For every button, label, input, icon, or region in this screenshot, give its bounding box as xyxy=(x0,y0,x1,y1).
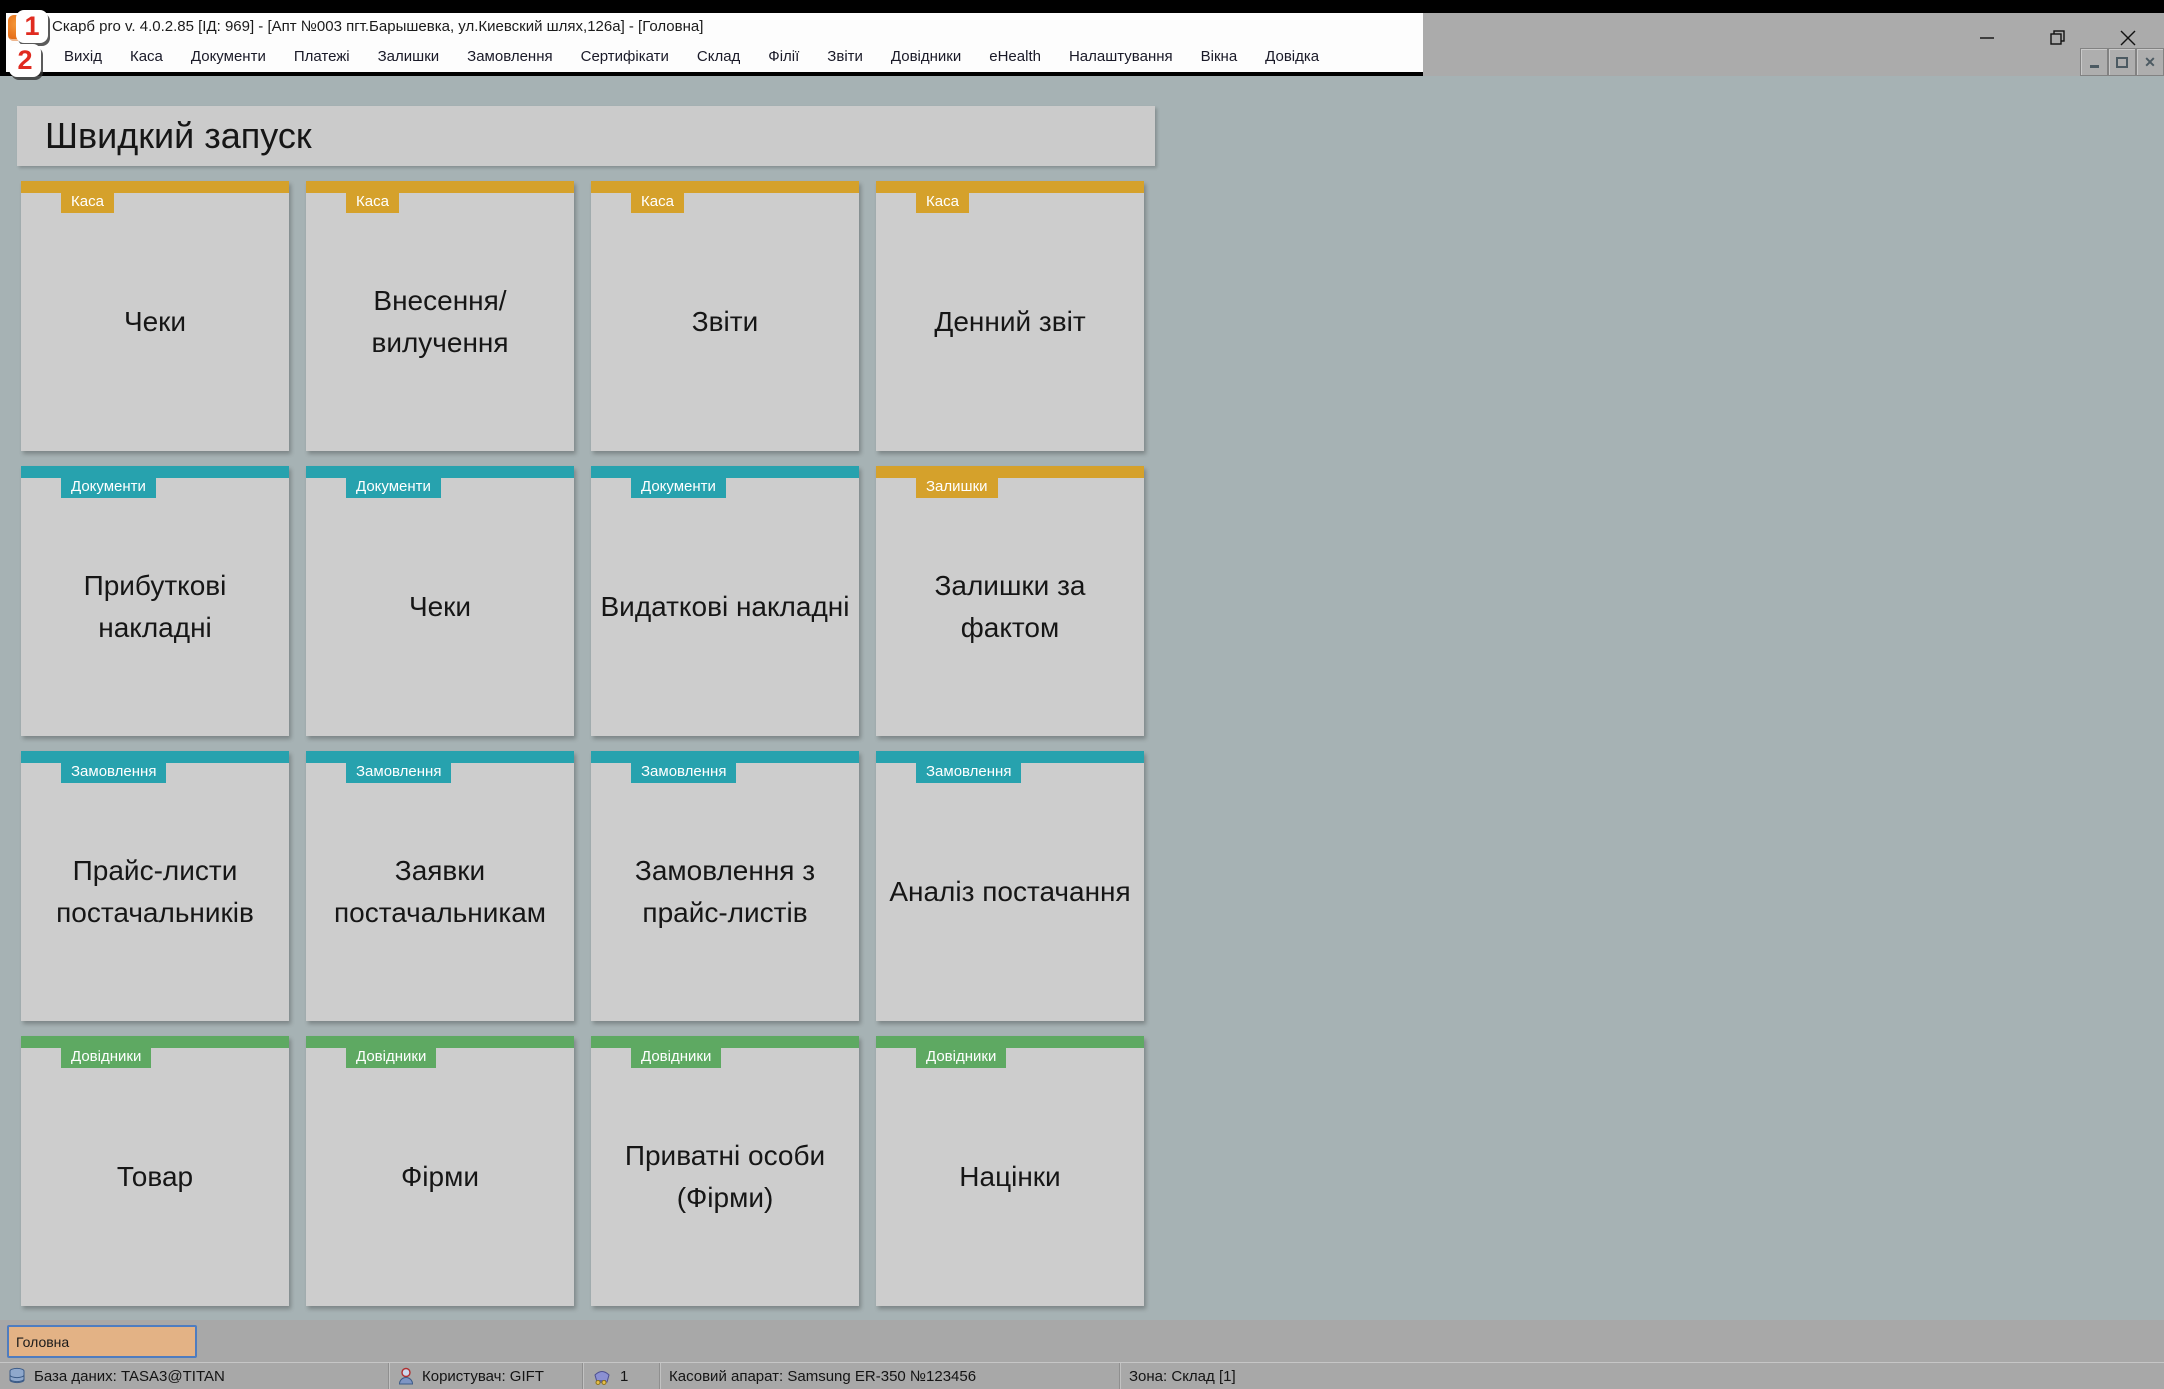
tile-label: Внесення/вилучення xyxy=(306,193,574,451)
status-database: База даних: TASA3@TITAN xyxy=(0,1363,389,1389)
tile-label: Замовлення з прайс-листів xyxy=(591,763,859,1021)
status-register-text: Касовий апарат: Samsung ER-350 №123456 xyxy=(669,1368,976,1385)
mdi-close-icon: ✕ xyxy=(2144,54,2156,71)
main-content: Швидкий запуск Каса Чеки Каса Внесення/в… xyxy=(0,76,2164,1320)
user-icon xyxy=(398,1367,414,1385)
minimize-button[interactable] xyxy=(1970,23,2004,53)
tile-zamovlennia-zaiavky[interactable]: Замовлення Заявки постачальникам xyxy=(306,751,574,1021)
cash-register-icon xyxy=(592,1368,612,1385)
tile-label: Залишки за фактом xyxy=(876,478,1144,736)
menu-item-vikna[interactable]: Вікна xyxy=(1187,48,1252,65)
menu-item-dovidnyky[interactable]: Довідники xyxy=(877,48,975,65)
menu-item-vykhid[interactable]: Вихід xyxy=(50,48,116,65)
som-marker-1: 1 xyxy=(16,10,48,43)
restore-button[interactable] xyxy=(2041,23,2075,53)
tile-label: Денний звіт xyxy=(876,193,1144,451)
tile-dokumenty-cheky[interactable]: Документи Чеки xyxy=(306,466,574,736)
tile-zamovlennia-z-prais-lystiv[interactable]: Замовлення Замовлення з прайс-листів xyxy=(591,751,859,1021)
tile-label: Приватні особи (Фірми) xyxy=(591,1048,859,1306)
status-register-count: 1 xyxy=(583,1363,660,1389)
menu-item-zvity[interactable]: Звіти xyxy=(813,48,877,65)
app-window-bar: Скарб pro v. 4.0.2.85 [ІД: 969] - [Апт №… xyxy=(6,13,1423,72)
menu-item-nalashtuvannia[interactable]: Налаштування xyxy=(1055,48,1187,65)
tile-label: Чеки xyxy=(306,478,574,736)
menu-item-dokumenty[interactable]: Документи xyxy=(177,48,280,65)
tile-label: Націнки xyxy=(876,1048,1144,1306)
tile-label: Видаткові накладні xyxy=(591,478,859,736)
menu-item-zalyshky[interactable]: Залишки xyxy=(364,48,454,65)
tile-label: Товар xyxy=(21,1048,289,1306)
title-bar: Скарб pro v. 4.0.2.85 [ІД: 969] - [Апт №… xyxy=(6,13,1423,41)
tile-label: Фірми xyxy=(306,1048,574,1306)
status-database-text: База даних: TASA3@TITAN xyxy=(34,1368,225,1385)
tile-kasa-dennyi-zvit[interactable]: Каса Денний звіт xyxy=(876,181,1144,451)
tile-dovidnyky-natsinky[interactable]: Довідники Націнки xyxy=(876,1036,1144,1306)
tile-label: Чеки xyxy=(21,193,289,451)
menu-bar: Вихід Каса Документи Платежі Залишки Зам… xyxy=(6,41,1423,72)
close-icon xyxy=(2119,29,2137,47)
status-user: Користувач: GIFT xyxy=(389,1363,583,1389)
tile-dovidnyky-pryvatni-osoby[interactable]: Довідники Приватні особи (Фірми) xyxy=(591,1036,859,1306)
tile-label: Заявки постачальникам xyxy=(306,763,574,1021)
window-controls-area: ✕ xyxy=(1423,13,2164,76)
mdi-restore-button[interactable] xyxy=(2108,48,2136,76)
tile-dokumenty-prybutkovi-nakladni[interactable]: Документи Прибуткові накладні xyxy=(21,466,289,736)
tile-zalyshky-za-faktom[interactable]: Залишки Залишки за фактом xyxy=(876,466,1144,736)
som-marker-2: 2 xyxy=(9,44,41,77)
tile-zamovlennia-prais-lysty[interactable]: Замовлення Прайс-листи постачальників xyxy=(21,751,289,1021)
mdi-restore-icon xyxy=(2116,57,2128,68)
menu-item-sklad[interactable]: Склад xyxy=(683,48,754,65)
tab-holovna[interactable]: Головна xyxy=(7,1325,197,1358)
tile-kasa-vnesennia-vyluchennia[interactable]: Каса Внесення/вилучення xyxy=(306,181,574,451)
status-bar: База даних: TASA3@TITAN Користувач: GIFT… xyxy=(0,1362,2164,1389)
tile-kasa-zvity[interactable]: Каса Звіти xyxy=(591,181,859,451)
tile-dovidnyky-tovar[interactable]: Довідники Товар xyxy=(21,1036,289,1306)
tile-dovidnyky-firmy[interactable]: Довідники Фірми xyxy=(306,1036,574,1306)
status-register: Касовий апарат: Samsung ER-350 №123456 xyxy=(660,1363,1120,1389)
tile-label: Прибуткові накладні xyxy=(21,478,289,736)
tile-kasa-cheky[interactable]: Каса Чеки xyxy=(21,181,289,451)
mdi-minimize-icon xyxy=(2090,65,2099,68)
tile-label: Звіти xyxy=(591,193,859,451)
quick-launch-grid: Каса Чеки Каса Внесення/вилучення Каса З… xyxy=(21,181,1144,1306)
status-register-count-text: 1 xyxy=(620,1368,628,1385)
tile-label: Прайс-листи постачальників xyxy=(21,763,289,1021)
menu-item-dovidka[interactable]: Довідка xyxy=(1251,48,1333,65)
status-user-text: Користувач: GIFT xyxy=(422,1368,544,1385)
minimize-icon xyxy=(1979,30,1995,46)
mdi-minimize-button[interactable] xyxy=(2080,48,2108,76)
tile-label: Аналіз постачання xyxy=(876,763,1144,1021)
menu-item-sertyfikaty[interactable]: Сертифікати xyxy=(567,48,683,65)
quick-launch-title: Швидкий запуск xyxy=(17,106,1155,166)
menu-item-kasa[interactable]: Каса xyxy=(116,48,177,65)
status-zone-text: Зона: Склад [1] xyxy=(1129,1368,1236,1385)
window-title: Скарб pro v. 4.0.2.85 [ІД: 969] - [Апт №… xyxy=(52,18,703,35)
tile-dokumenty-vydatkovi-nakladni[interactable]: Документи Видаткові накладні xyxy=(591,466,859,736)
menu-item-zamovlennia[interactable]: Замовлення xyxy=(453,48,566,65)
database-icon xyxy=(8,1367,26,1385)
menu-item-platezhi[interactable]: Платежі xyxy=(280,48,364,65)
status-zone: Зона: Склад [1] xyxy=(1120,1363,2164,1389)
tile-zamovlennia-analiz-postachannia[interactable]: Замовлення Аналіз постачання xyxy=(876,751,1144,1021)
mdi-close-button[interactable]: ✕ xyxy=(2136,48,2164,76)
menu-item-filii[interactable]: Філії xyxy=(754,48,813,65)
tab-strip: Головна xyxy=(0,1320,2164,1362)
menu-item-ehealth[interactable]: eHealth xyxy=(975,48,1055,65)
restore-icon xyxy=(2049,29,2067,47)
